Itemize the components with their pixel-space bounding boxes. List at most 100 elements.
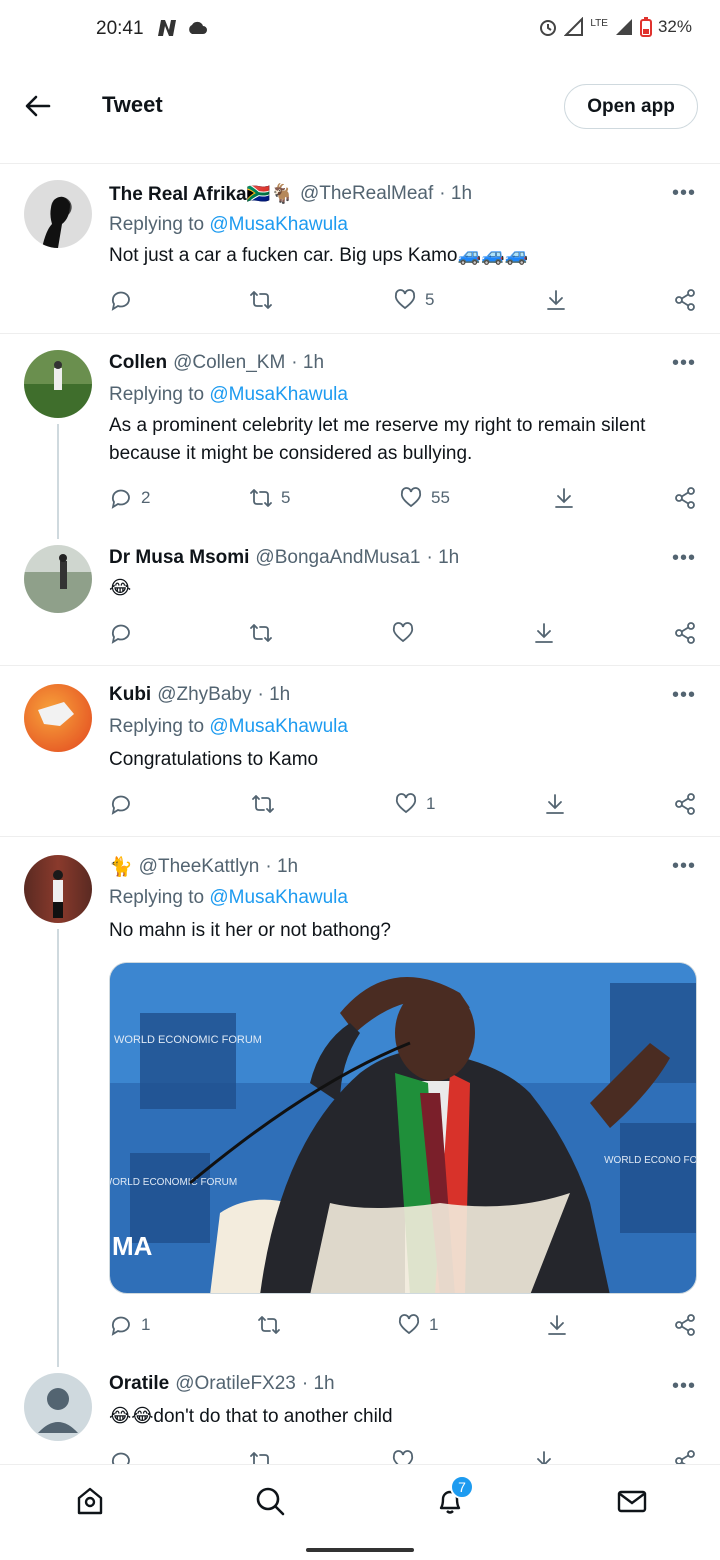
tweet-time: · 1h <box>265 856 299 877</box>
tweet-1[interactable]: The Real Afrika🇿🇦🐐 @TheRealMeaf · 1h •••… <box>0 164 720 334</box>
display-name[interactable]: Collen <box>109 352 167 374</box>
share-icon <box>675 289 695 311</box>
user-handle[interactable]: @ZhyBaby <box>157 684 251 706</box>
tweet-author[interactable]: Kubi @ZhyBaby · 1h <box>109 684 290 706</box>
banner-text-3: WORLD ECONO FORU <box>604 1155 697 1166</box>
more-options-icon[interactable]: ••• <box>672 182 696 205</box>
tweet-author[interactable]: The Real Afrika🇿🇦🐐 @TheRealMeaf · 1h <box>109 182 472 206</box>
display-name[interactable]: Oratile <box>109 1373 169 1395</box>
reply-button[interactable] <box>109 1449 133 1464</box>
nav-messages[interactable] <box>614 1483 650 1519</box>
retweet-button[interactable] <box>251 792 275 816</box>
download-button[interactable] <box>532 621 556 645</box>
avatar[interactable] <box>24 684 92 752</box>
tweet-actions: 1 <box>109 792 699 822</box>
reply-button[interactable] <box>109 288 141 312</box>
tweet-text: 😂😂don't do that to another child <box>109 1406 393 1427</box>
user-handle[interactable]: @TheRealMeaf <box>300 183 433 205</box>
heart-icon <box>392 1450 414 1464</box>
like-button[interactable]: 1 <box>397 1313 438 1337</box>
display-name[interactable]: 🐈 <box>109 855 133 879</box>
home-icon <box>77 1487 103 1515</box>
n-logo-icon <box>158 20 176 36</box>
retweet-button[interactable] <box>249 1449 273 1464</box>
top-header: Tweet Open app <box>0 60 720 164</box>
back-button[interactable] <box>22 90 54 122</box>
like-button[interactable]: 1 <box>394 792 435 816</box>
download-button[interactable] <box>552 486 576 510</box>
share-button[interactable] <box>673 486 697 510</box>
tweet-6[interactable]: Oratile @OratileFX23 · 1h ••• 😂😂don't do… <box>0 1367 720 1464</box>
battery-icon <box>639 17 652 37</box>
share-button[interactable] <box>673 1449 697 1464</box>
share-button[interactable] <box>673 621 697 645</box>
heart-icon <box>398 1314 420 1335</box>
more-options-icon[interactable]: ••• <box>672 1375 696 1398</box>
more-options-icon[interactable]: ••• <box>672 684 696 707</box>
user-handle[interactable]: @OratileFX23 <box>175 1373 296 1395</box>
nav-search[interactable] <box>252 1483 288 1519</box>
tweet-text: As a prominent celebrity let me reserve … <box>109 415 646 464</box>
open-app-button[interactable]: Open app <box>564 84 698 129</box>
replying-to: Replying to @MusaKhawula <box>109 887 348 908</box>
tweet-author[interactable]: Collen @Collen_KM · 1h <box>109 352 324 374</box>
avatar[interactable] <box>24 545 92 613</box>
tweet-time: · 1h <box>291 352 325 373</box>
retweet-button[interactable]: 5 <box>249 486 290 510</box>
more-options-icon[interactable]: ••• <box>672 547 696 570</box>
tweet-author[interactable]: Oratile @OratileFX23 · 1h <box>109 1373 335 1395</box>
corner-text: MA <box>112 1231 153 1261</box>
display-name[interactable]: Kubi <box>109 684 151 706</box>
user-handle[interactable]: @BongaAndMusa1 <box>255 547 420 569</box>
home-indicator[interactable] <box>306 1548 414 1552</box>
retweet-button[interactable] <box>249 621 273 645</box>
like-button[interactable]: 5 <box>393 288 434 312</box>
reply-icon <box>111 1452 130 1464</box>
page-title: Tweet <box>102 92 163 117</box>
display-name[interactable]: Dr Musa Msomi <box>109 547 249 569</box>
tweet-4[interactable]: Kubi @ZhyBaby · 1h ••• Replying to @Musa… <box>0 666 720 837</box>
avatar[interactable] <box>24 855 92 923</box>
mention-link[interactable]: @MusaKhawula <box>209 887 348 908</box>
mention-link[interactable]: @MusaKhawula <box>209 716 348 737</box>
more-options-icon[interactable]: ••• <box>672 855 696 878</box>
avatar[interactable] <box>24 1373 92 1441</box>
tweet-actions <box>109 1449 699 1464</box>
reply-button[interactable] <box>109 621 133 645</box>
reply-button[interactable] <box>109 792 133 816</box>
download-button[interactable] <box>543 792 567 816</box>
like-button[interactable]: 55 <box>399 486 450 510</box>
share-button[interactable] <box>673 288 697 312</box>
tweet-2[interactable]: Collen @Collen_KM · 1h ••• Replying to @… <box>0 334 720 539</box>
tweet-3[interactable]: Dr Musa Msomi @BongaAndMusa1 · 1h ••• 😂 <box>0 529 720 666</box>
share-button[interactable] <box>673 1313 697 1337</box>
avatar[interactable] <box>24 350 92 418</box>
user-handle[interactable]: @Collen_KM <box>173 352 285 374</box>
mention-link[interactable]: @MusaKhawula <box>209 214 348 235</box>
reply-button[interactable]: 1 <box>109 1313 150 1337</box>
retweet-button[interactable] <box>249 288 281 312</box>
retweet-button[interactable] <box>257 1313 281 1337</box>
reply-icon <box>111 1316 130 1336</box>
reply-button[interactable]: 2 <box>109 486 150 510</box>
download-button[interactable] <box>532 1449 556 1464</box>
like-button[interactable] <box>391 1449 415 1464</box>
nav-home[interactable] <box>72 1483 108 1519</box>
download-icon <box>555 488 573 508</box>
more-options-icon[interactable]: ••• <box>672 352 696 375</box>
download-icon <box>548 1315 566 1335</box>
tweet-author[interactable]: Dr Musa Msomi @BongaAndMusa1 · 1h <box>109 547 459 569</box>
display-name[interactable]: The Real Afrika🇿🇦🐐 <box>109 182 294 206</box>
like-button[interactable] <box>391 621 415 645</box>
user-handle[interactable]: @TheeKattlyn <box>139 856 260 878</box>
avatar[interactable] <box>24 180 92 248</box>
mention-link[interactable]: @MusaKhawula <box>209 384 348 405</box>
thread-line <box>57 929 59 1367</box>
retweet-icon <box>252 795 274 813</box>
tweet-media-image[interactable]: WORLD ECONOMIC FORUM WORLD ECONOMIC FORU… <box>109 962 697 1294</box>
download-button[interactable] <box>544 288 568 312</box>
download-button[interactable] <box>545 1313 569 1337</box>
status-notification-icons <box>156 19 208 37</box>
tweet-author[interactable]: 🐈 @TheeKattlyn · 1h <box>109 855 298 879</box>
share-button[interactable] <box>673 792 697 816</box>
